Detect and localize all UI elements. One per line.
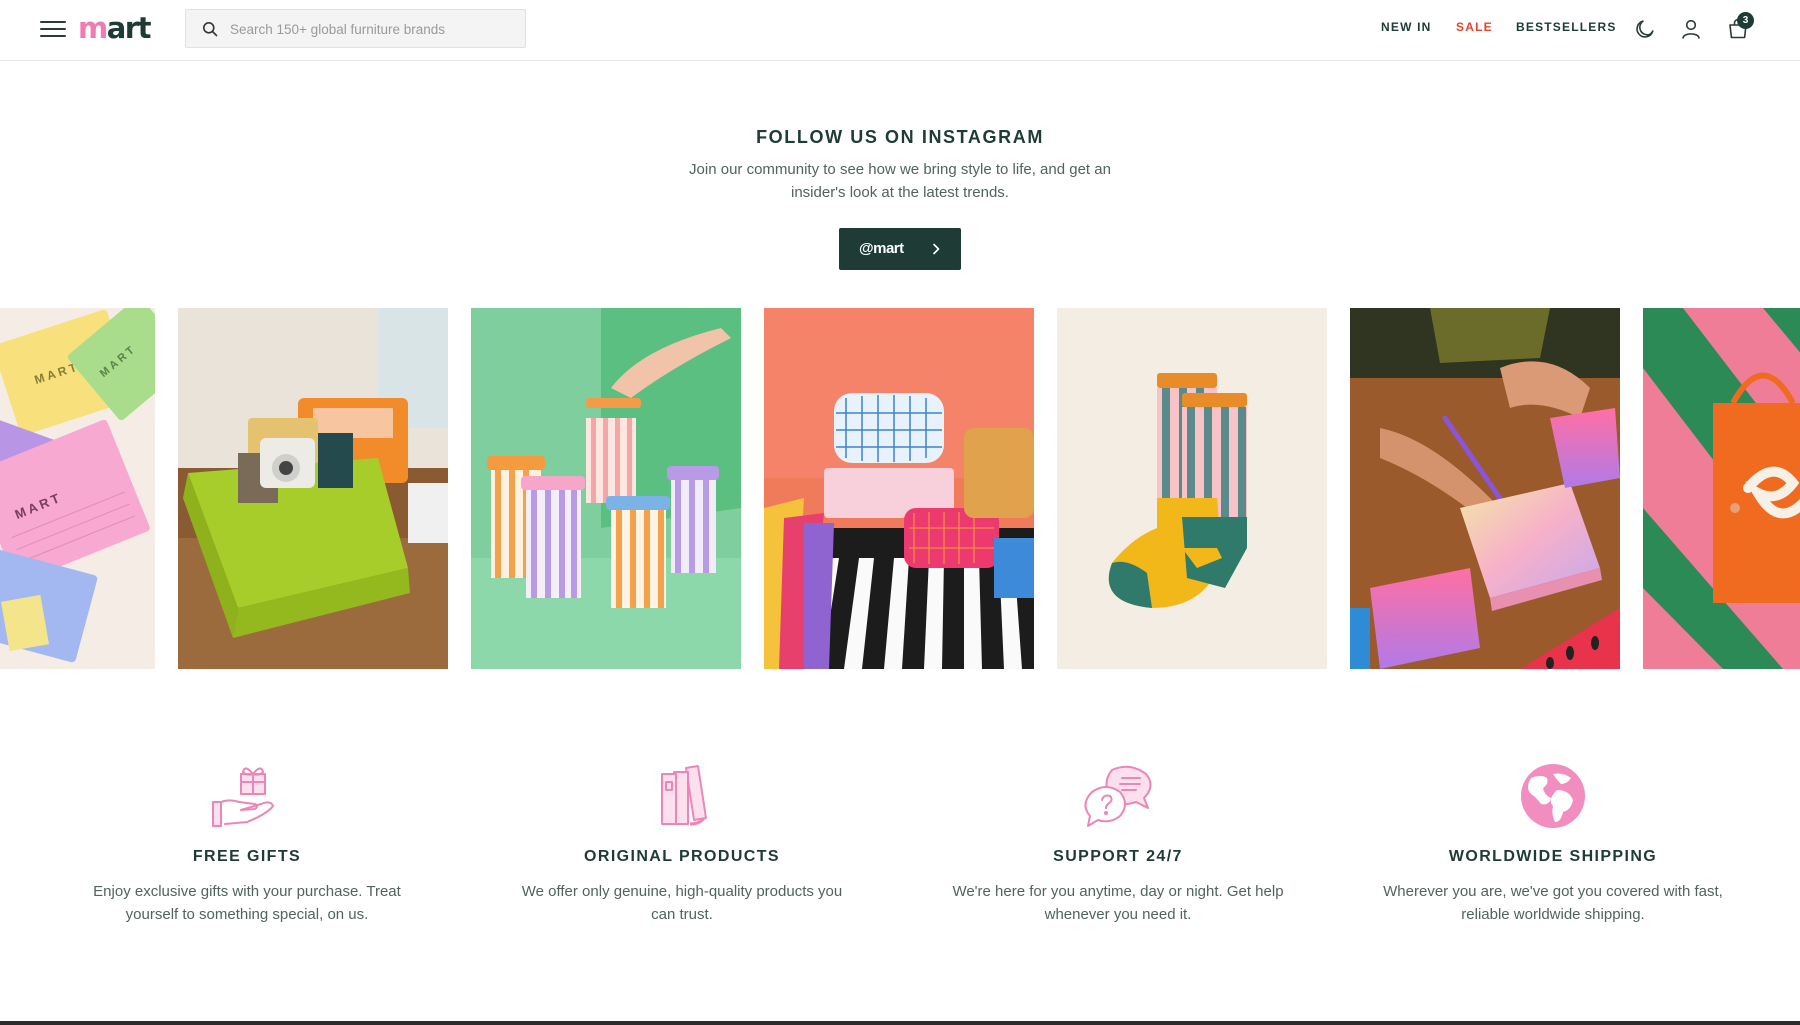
- logo[interactable]: mart: [78, 8, 151, 48]
- account-icon[interactable]: [1679, 17, 1703, 41]
- instagram-subtitle: Join our community to see how we bring s…: [689, 161, 1111, 201]
- cart-count-badge: 3: [1737, 12, 1754, 29]
- feature-free-gifts: FREE GIFTS Enjoy exclusive gifts with yo…: [37, 760, 457, 926]
- instagram-handle-label: @mart: [859, 240, 904, 257]
- feature-description: Wherever you are, we've got you covered …: [1383, 883, 1723, 923]
- pencil-case-stripes-photo[interactable]: [764, 308, 1034, 669]
- chat-support-icon: [1084, 765, 1152, 827]
- nav-bestsellers[interactable]: BESTSELLERS: [1516, 20, 1617, 34]
- orange-tote-bag-photo[interactable]: [1643, 308, 1800, 669]
- feature-description: We offer only genuine, high-quality prod…: [521, 883, 843, 923]
- gradient-notepads-photo[interactable]: [1350, 308, 1620, 669]
- search-bar: [185, 9, 526, 49]
- feature-title: FREE GIFTS: [192, 848, 302, 865]
- footer-divider: [0, 1021, 1800, 1025]
- menu-icon[interactable]: [40, 18, 66, 40]
- sticky-notes-photo[interactable]: MART MART MART: [0, 308, 155, 669]
- books-icon: [661, 765, 707, 826]
- feature-title: SUPPORT 24/7: [1053, 848, 1183, 865]
- chevron-right-icon: [933, 243, 940, 255]
- nav-sale[interactable]: SALE: [1456, 20, 1493, 34]
- instagram-title: FOLLOW US ON INSTAGRAM: [756, 127, 1044, 147]
- green-crate-camera-photo[interactable]: [178, 308, 448, 669]
- feature-title: ORIGINAL PRODUCTS: [584, 848, 780, 865]
- instagram-handle-button[interactable]: @mart: [839, 228, 961, 270]
- feature-title: WORLDWIDE SHIPPING: [1448, 848, 1658, 865]
- gift-in-hand-icon: [212, 767, 274, 827]
- nav-new-in[interactable]: NEW IN: [1381, 20, 1432, 34]
- moon-icon[interactable]: [1633, 17, 1657, 41]
- feature-description: We're here for you anytime, day or night…: [952, 883, 1284, 923]
- search-input[interactable]: [228, 10, 522, 49]
- site-header: mart NEW IN SALE BESTSELLERS 3: [0, 0, 1800, 61]
- feature-description: Enjoy exclusive gifts with your purchase…: [93, 883, 401, 923]
- feature-worldwide-shipping: WORLDWIDE SHIPPING Wherever you are, we'…: [1343, 760, 1763, 926]
- search-icon: [203, 22, 218, 37]
- feature-original-products: ORIGINAL PRODUCTS We offer only genuine,…: [472, 760, 892, 926]
- instagram-gallery: MART MART MART: [0, 308, 1800, 669]
- globe-icon: [1521, 764, 1585, 828]
- colorful-socks-photo[interactable]: [1057, 308, 1327, 669]
- striped-travel-mugs-photo[interactable]: [471, 308, 741, 669]
- feature-support: SUPPORT 24/7 We're here for you anytime,…: [908, 760, 1328, 926]
